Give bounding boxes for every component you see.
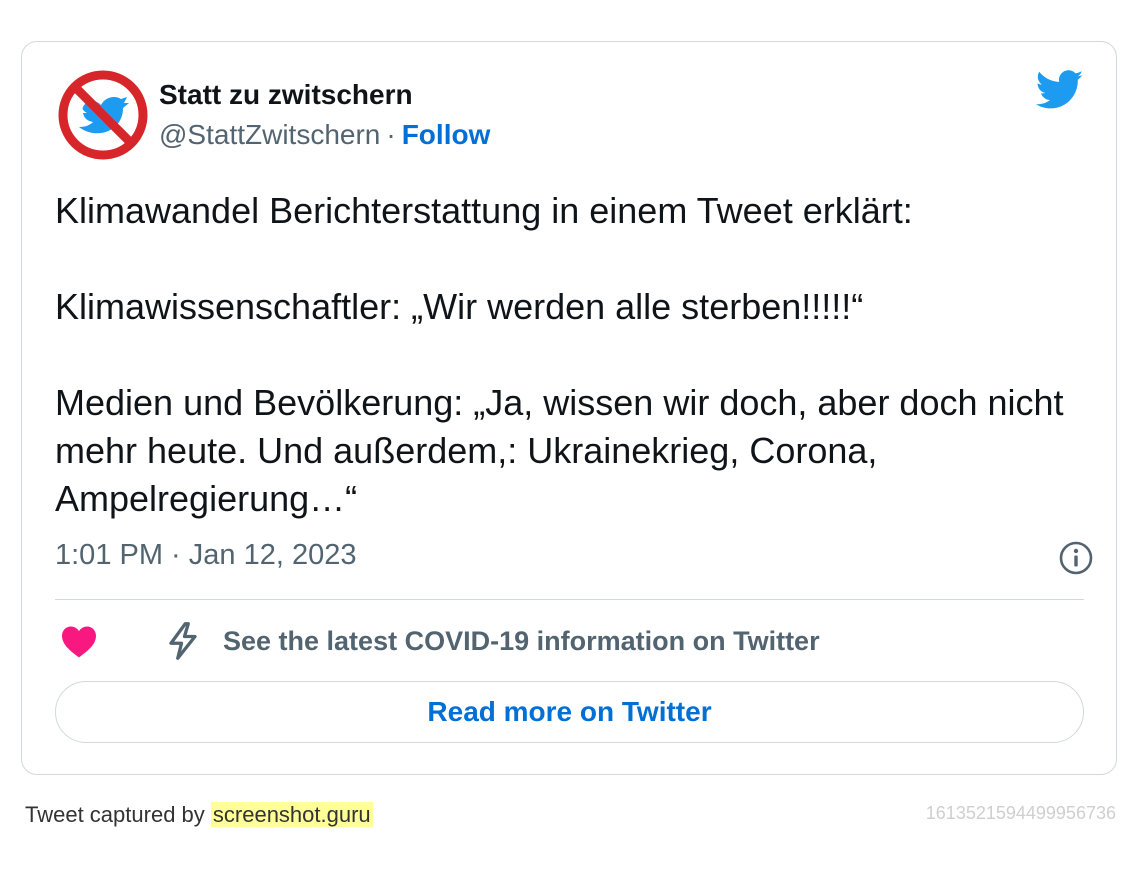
capture-credit: Tweet captured by screenshot.guru [25, 801, 373, 829]
twitter-logo[interactable] [1035, 70, 1084, 110]
follow-link[interactable]: Follow [402, 119, 491, 150]
author-avatar[interactable] [57, 69, 149, 161]
author-handle-line: @StattZwitschern · Follow [159, 118, 490, 152]
tweet-text: Klimawandel Berichterstattung in einem T… [55, 187, 1095, 523]
like-button[interactable] [60, 624, 98, 658]
capture-credit-text: Tweet captured by [25, 802, 211, 827]
heart-icon [62, 626, 96, 658]
tweet-paragraph: Klimawissenschaftler: „Wir werden alle s… [55, 286, 864, 327]
twitter-bird-icon [1035, 70, 1084, 109]
lightning-bolt-icon [169, 622, 197, 660]
read-more-button[interactable]: Read more on Twitter [55, 681, 1084, 743]
divider [55, 599, 1084, 600]
handle-separator: · [386, 119, 396, 150]
covid-info-link[interactable]: See the latest COVID-19 information on T… [223, 624, 820, 658]
info-button[interactable] [1058, 540, 1094, 576]
tweet-paragraph: Klimawandel Berichterstattung in einem T… [55, 190, 913, 231]
author-handle[interactable]: @StattZwitschern [159, 119, 380, 150]
tweet-id: 1613521594499956736 [925, 803, 1116, 823]
covid-info-icon-wrap[interactable] [165, 621, 201, 661]
no-twitter-avatar [58, 70, 148, 160]
author-block: Statt zu zwitschern @StattZwitschern · Fol… [159, 78, 490, 152]
tweet-card: Statt zu zwitschern @StattZwitschern · Fol… [21, 41, 1117, 775]
tweet-timestamp[interactable]: 1:01 PM · Jan 12, 2023 [55, 538, 356, 572]
info-icon [1059, 541, 1093, 575]
author-name[interactable]: Statt zu zwitschern [159, 78, 490, 112]
tweet-paragraph: Medien und Bevölkerung: „Ja, wissen wir … [55, 382, 1064, 519]
screenshot-guru-link[interactable]: screenshot.guru [210, 802, 373, 827]
